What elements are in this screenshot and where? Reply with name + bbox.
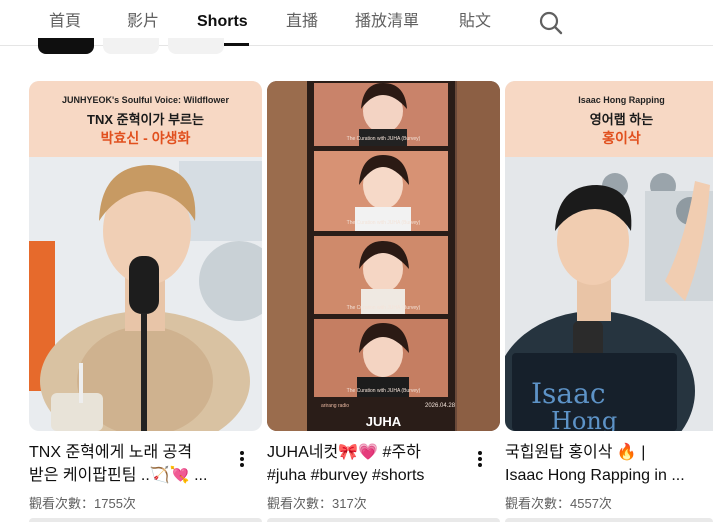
short-title[interactable]: JUHA네컷🎀💗 #주하 #juha #burvey #shorts — [267, 441, 467, 487]
tab-posts[interactable]: 貼文 — [459, 11, 491, 33]
short-title-line: JUHA네컷🎀💗 #주하 — [267, 444, 421, 461]
short-title-line: Isaac Hong Rapping in ... — [505, 467, 685, 484]
radio-logo: arirang radio — [321, 403, 350, 409]
thumbnail-headline-accent: 홍이삭 — [602, 130, 641, 146]
tab-playlists[interactable]: 播放清單 — [355, 11, 419, 33]
short-title-line: TNX 준혁에게 노래 공격 — [29, 444, 193, 461]
search-icon — [539, 11, 563, 35]
next-row-thumbnail[interactable] — [505, 518, 713, 522]
frame-caption: The Curation with JUHA (Burvey) — [346, 388, 421, 394]
more-actions-button[interactable] — [232, 447, 252, 471]
more-vert-icon-dot — [478, 463, 482, 467]
more-vert-icon — [240, 451, 244, 455]
more-vert-icon-dot — [478, 457, 482, 461]
thumbnail-image — [267, 81, 500, 431]
short-card[interactable]: JUNHYEOK's Soulful Voice: Wildflower TNX… — [29, 81, 262, 511]
view-count: 觀看次數：1755次 — [29, 496, 136, 511]
short-thumbnail[interactable]: Isaac Hong Rapping 영어랩 하는 홍이삭 Isaac Hong — [505, 81, 713, 431]
short-title-line: #juha #burvey #shorts — [267, 467, 425, 484]
short-title-line: 받은 케이팝핀팀 ..🏹💘 ... — [29, 467, 208, 484]
short-title[interactable]: TNX 준혁에게 노래 공격 받은 케이팝핀팀 ..🏹💘 ... — [29, 441, 229, 487]
filter-chip-popular[interactable] — [103, 38, 159, 54]
whiteboard-text: Isaac — [531, 377, 606, 410]
short-card[interactable]: The Curation with JUHA (Burvey) The Cura… — [267, 81, 500, 511]
filter-chip-oldest[interactable] — [168, 38, 224, 54]
photo-date: 2026.04.28 — [425, 403, 456, 409]
short-card[interactable]: Isaac Hong Rapping 영어랩 하는 홍이삭 Isaac Hong… — [505, 81, 713, 511]
thumbnail-headline: 영어랩 하는 — [589, 112, 654, 127]
short-thumbnail[interactable]: JUNHYEOK's Soulful Voice: Wildflower TNX… — [29, 81, 262, 431]
view-count: 觀看次數：317次 — [267, 496, 367, 511]
thumbnail-headline: TNX 준혁이가 부르는 — [87, 112, 204, 127]
search-button[interactable] — [537, 9, 565, 37]
more-actions-button[interactable] — [470, 447, 490, 471]
tab-videos[interactable]: 影片 — [127, 11, 159, 33]
thumbnail-subtitle: Isaac Hong Rapping — [578, 95, 665, 105]
short-thumbnail[interactable]: The Curation with JUHA (Burvey) The Cura… — [267, 81, 500, 431]
view-count: 觀看次數：4557次 — [505, 496, 612, 511]
frame-caption: The Curation with JUHA (Burvey) — [346, 136, 421, 142]
whiteboard-text: Hong — [551, 407, 618, 431]
short-title-line: 국힙원탑 홍이삭 🔥 | — [505, 444, 646, 461]
frame-caption: The Curation with JUHA (Burvey) — [346, 305, 421, 311]
short-title[interactable]: 국힙원탑 홍이삭 🔥 | Isaac Hong Rapping in ... — [505, 441, 705, 487]
more-vert-icon-dot — [240, 457, 244, 461]
photo-strip-label: JUHA — [365, 414, 402, 429]
next-row-thumbnail[interactable] — [29, 518, 262, 522]
thumbnail-headline-accent: 박효신 - 야생화 — [100, 130, 191, 146]
more-vert-icon — [478, 451, 482, 455]
tab-live[interactable]: 直播 — [286, 11, 318, 33]
next-row-thumbnail[interactable] — [267, 518, 500, 522]
tab-home[interactable]: 首頁 — [49, 11, 81, 33]
frame-caption: The Curation with JUHA (Burvey) — [346, 220, 421, 226]
more-vert-icon-dot — [240, 463, 244, 467]
thumbnail-subtitle: JUNHYEOK's Soulful Voice: Wildflower — [62, 95, 229, 105]
tab-shorts[interactable]: Shorts — [197, 11, 248, 33]
filter-chip-latest[interactable] — [38, 38, 94, 54]
